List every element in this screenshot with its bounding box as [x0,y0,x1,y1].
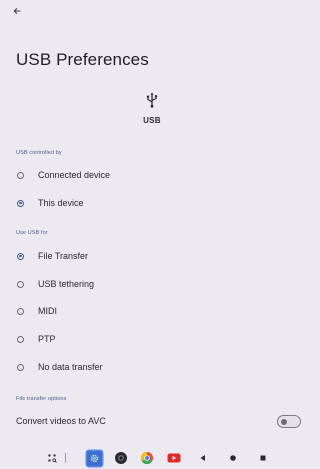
youtube-app-button[interactable] [166,450,182,466]
section-header-file-transfer-options: File transfer options [16,396,67,402]
top-bar [0,0,304,22]
radio-option-connected-device[interactable]: Connected device [0,164,304,186]
radio-button-checked[interactable] [17,252,24,260]
section-header-use-usb-for: Use USB for [16,230,48,236]
radio-button[interactable] [17,171,24,179]
radio-label: No data transfer [38,362,103,372]
radio-option-file-transfer[interactable]: File Transfer [0,245,304,267]
radio-label: This device [38,198,84,208]
radio-option-this-device[interactable]: This device [0,192,304,214]
radio-option-usb-tethering[interactable]: USB tethering [0,273,304,295]
taskbar [0,446,304,469]
nav-home-button[interactable] [225,450,241,466]
camera-app-button[interactable] [113,450,129,466]
radio-button[interactable] [17,335,24,343]
radio-option-midi[interactable]: MIDI [0,300,304,322]
radio-option-no-data-transfer[interactable]: No data transfer [0,356,304,378]
page-title: USB Preferences [16,50,149,69]
recents-icon [260,455,266,461]
toggle-label: Convert videos to AVC [16,416,106,426]
camera-icon [115,452,127,464]
toggle-row-convert-videos[interactable]: Convert videos to AVC [0,412,304,432]
radio-button[interactable] [17,307,24,315]
switch-thumb [281,418,287,425]
back-arrow-icon [13,8,21,14]
app-drawer-icon [48,454,57,463]
chrome-app-button[interactable] [139,450,155,466]
radio-label: USB tethering [38,279,95,289]
convert-videos-switch[interactable] [277,415,301,428]
settings-icon [90,454,98,462]
settings-app-button[interactable] [86,450,102,466]
radio-label: MIDI [38,306,57,316]
home-icon [230,455,236,461]
nav-back-button[interactable] [195,450,211,466]
radio-button[interactable] [17,280,24,288]
chrome-icon [140,452,153,465]
section-header-controlled-by: USB controlled by [16,150,62,156]
back-button[interactable] [9,5,25,17]
app-drawer-button[interactable] [44,450,60,466]
back-icon [200,455,205,461]
radio-label: File Transfer [38,251,89,261]
usb-hero: USB [0,92,304,125]
youtube-icon [167,453,181,463]
radio-label: PTP [38,334,56,344]
radio-button-checked[interactable] [17,199,24,207]
nav-recents-button[interactable] [255,450,271,466]
usb-icon [146,92,158,108]
radio-button[interactable] [17,363,24,371]
radio-option-ptp[interactable]: PTP [0,328,304,350]
radio-label: Connected device [38,170,111,180]
taskbar-divider [62,450,68,466]
usb-caption: USB [143,116,161,125]
